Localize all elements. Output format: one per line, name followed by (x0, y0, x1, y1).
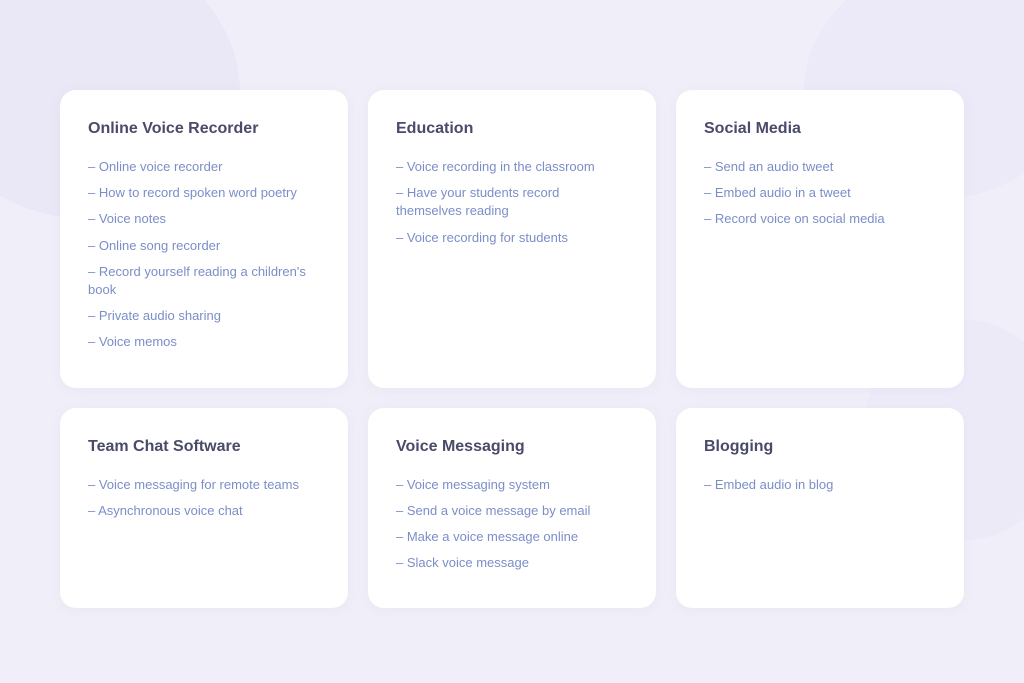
card-education: Education – Voice recording in the classr… (368, 90, 656, 388)
card-list-team-chat: – Voice messaging for remote teams – Asyn… (88, 476, 320, 520)
list-item: – Voice messaging system (396, 476, 628, 494)
list-item: – Asynchronous voice chat (88, 502, 320, 520)
card-title-online-voice-recorder: Online Voice Recorder (88, 120, 320, 138)
card-voice-messaging: Voice Messaging– Voice messaging system–… (368, 408, 656, 609)
cards-row-1: Online Voice Recorder – Online voice reco… (60, 90, 964, 388)
list-item: – Online voice recorder (88, 158, 320, 176)
list-item: – Record voice on social media (704, 210, 936, 228)
card-list-blogging: – Embed audio in blog (704, 476, 936, 494)
card-list-education: – Voice recording in the classroom – Have… (396, 158, 628, 247)
list-item: – Voice recording in the classroom (396, 158, 628, 176)
list-item: – Voice messaging for remote teams (88, 476, 320, 494)
list-item: – Record yourself reading a children's b… (88, 263, 320, 299)
main-content: Online Voice Recorder – Online voice reco… (0, 0, 1024, 648)
card-title-education: Education (396, 120, 628, 138)
card-online-voice-recorder: Online Voice Recorder – Online voice reco… (60, 90, 348, 388)
card-title-voice-messaging: Voice Messaging (396, 438, 628, 456)
cards-row-2: Team Chat Software – Voice messaging for … (60, 408, 964, 609)
list-item: – Voice memos (88, 333, 320, 351)
list-item: – How to record spoken word poetry (88, 184, 320, 202)
list-item: – Make a voice message online (396, 528, 628, 546)
list-item: – Voice notes (88, 210, 320, 228)
card-title-blogging: Blogging (704, 438, 936, 456)
card-list-online-voice-recorder: – Online voice recorder – How to record s… (88, 158, 320, 352)
page-wrapper: Online Voice Recorder – Online voice reco… (0, 0, 1024, 683)
list-item: – Send a voice message by email (396, 502, 628, 520)
list-item: – Slack voice message (396, 554, 628, 572)
card-list-voice-messaging: – Voice messaging system – Send a voice m… (396, 476, 628, 573)
list-item: – Online song recorder (88, 237, 320, 255)
card-title-social-media: Social Media (704, 120, 936, 138)
card-blogging: Blogging – Embed audio in blog (676, 408, 964, 609)
list-item: – Embed audio in a tweet (704, 184, 936, 202)
list-item: – Embed audio in blog (704, 476, 936, 494)
list-item: – Have your students record themselves r… (396, 184, 628, 220)
card-social-media: Social Media – Send an audio tweet – Embed… (676, 90, 964, 388)
list-item: – Voice recording for students (396, 229, 628, 247)
list-item: – Send an audio tweet (704, 158, 936, 176)
card-team-chat: Team Chat Software – Voice messaging for … (60, 408, 348, 609)
card-list-social-media: – Send an audio tweet – Embed audio in a … (704, 158, 936, 229)
card-title-team-chat: Team Chat Software (88, 438, 320, 456)
list-item: – Private audio sharing (88, 307, 320, 325)
